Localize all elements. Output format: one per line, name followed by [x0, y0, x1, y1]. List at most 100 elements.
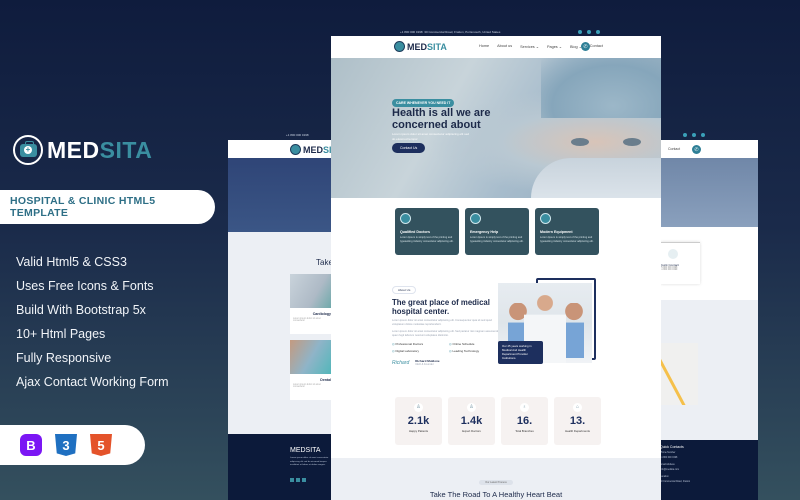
about-paragraph: Lorem ipsum dolor sit amet consectetur a… — [392, 319, 492, 326]
about-checklist: Professional Doctors Online Schedule Dig… — [392, 342, 502, 353]
footer-logo: MEDSITA — [290, 447, 321, 454]
facebook-icon[interactable] — [290, 478, 294, 482]
check-item: Professional Doctors — [392, 342, 445, 346]
quick-contact-card: Quick Contact +1 800 000 0198 +1 800 000… — [660, 242, 700, 284]
instagram-icon[interactable] — [701, 133, 705, 137]
nav-pages[interactable]: Pages ⌄ — [547, 44, 562, 49]
doctor-icon: ♙ — [467, 403, 476, 412]
facebook-icon[interactable] — [578, 30, 582, 34]
hero-section: CARE WHENEVER YOU NEED IT Health is all … — [331, 58, 661, 198]
dental-image — [290, 340, 333, 374]
phone-icon[interactable]: ✆ — [581, 42, 590, 51]
bootstrap-icon: B — [20, 434, 42, 456]
right-preview-screen: Contact ✆ Quick Contact +1 800 000 0198 … — [660, 140, 758, 500]
feature-item: Fully Responsive — [16, 351, 112, 365]
main-logo[interactable]: MEDSITA — [394, 41, 447, 52]
tech-badges: B 3 5 — [0, 425, 145, 465]
patient-icon: ♙ — [414, 403, 423, 412]
team-image: Our 25 years working in Medical And Heal… — [498, 278, 596, 364]
brand-logo: MEDSITA — [13, 135, 152, 165]
left-logo: MEDSITA — [290, 144, 333, 155]
stat-card: ♁ 16. Total Branches — [501, 397, 548, 445]
card-text: Lorem ipsum dolor sit amet consectetur — [293, 318, 321, 322]
feature-item: Valid Html5 & CSS3 — [16, 255, 127, 269]
hero-subtitle: Lorem ipsum dolor sit amet consectetur a… — [392, 132, 470, 141]
feature-cards: Qualified Doctors Lorem Ipsum is simply … — [395, 208, 599, 255]
instagram-icon[interactable] — [596, 30, 600, 34]
feature-item: 10+ Html Pages — [16, 327, 106, 341]
twitter-icon[interactable] — [692, 133, 696, 137]
hero-image-mask — [531, 158, 661, 198]
check-item: Online Schedule — [449, 342, 502, 346]
feature-item: Uses Free Icons & Fonts — [16, 279, 154, 293]
right-footer: Quick Contacts Phone Number +1 800 000 0… — [660, 440, 758, 500]
medical-kit-icon — [13, 135, 43, 165]
left-preview-screen: MEDSITA Take Cardiology Lorem ipsum dolo… — [228, 140, 333, 500]
hospital-icon: ⌂ — [573, 403, 582, 412]
topbar-contact: +1 800 000 0198 30 Commercial Road, Frat… — [400, 30, 501, 34]
stat-card: ♙ 1.4k Expert Doctors — [448, 397, 495, 445]
stat-card: ♙ 2.1k Happy Patients — [395, 397, 442, 445]
check-item: Digital Laboratory — [392, 349, 445, 353]
css3-icon: 3 — [55, 434, 77, 456]
hero-title: Health is all we are concerned about — [392, 107, 491, 131]
stats-row: ♙ 2.1k Happy Patients ♙ 1.4k Expert Doct… — [395, 397, 601, 445]
nav-contact[interactable]: Contact — [590, 44, 603, 49]
feature-card[interactable]: Qualified Doctors Lorem Ipsum is simply … — [395, 208, 459, 255]
experience-note: Our 25 years working in Medical And Heal… — [498, 341, 543, 364]
social-icons — [578, 30, 600, 34]
ambulance-icon — [470, 213, 481, 224]
service-card-dental[interactable]: Dental Lorem ipsum dolor sit amet consec… — [290, 340, 333, 400]
person-role: CEO & Founder — [415, 363, 434, 366]
nav-contact-link[interactable]: Contact — [668, 147, 680, 151]
heart-pill: Our Latest Process — [479, 480, 513, 485]
about-pill: About Us — [392, 286, 417, 294]
stat-card: ⌂ 13. Health Departments — [554, 397, 601, 445]
signature: Richard — [392, 359, 410, 366]
phone-icon[interactable]: ✆ — [692, 145, 701, 154]
feature-item: Ajax Contact Working Form — [16, 375, 169, 389]
heart-title: Take The Road To A Healthy Heart Beat — [429, 490, 563, 499]
brand-name: MEDSITA — [47, 136, 153, 163]
right-hero — [660, 158, 758, 227]
footer-social — [290, 478, 306, 482]
medical-kit-icon — [394, 41, 405, 52]
check-item: Leading Technology — [449, 349, 502, 353]
main-nav: MEDSITA Home About us Services ⌄ Pages ⌄… — [331, 36, 661, 58]
feature-list: Valid Html5 & CSS3 Uses Free Icons & Fon… — [16, 255, 169, 399]
left-topbar-contact: +1 800 000 0198 — [286, 133, 309, 137]
about-section: About Us The great place of medical hosp… — [392, 278, 502, 366]
signature-block: Richard Richard Muldone CEO & Founder — [392, 359, 502, 366]
equipment-icon — [540, 213, 551, 224]
contact-us-button[interactable]: Contact Us — [392, 143, 426, 153]
left-nav: MEDSITA — [228, 140, 333, 158]
facebook-icon[interactable] — [683, 133, 687, 137]
about-paragraph: Lorem ipsum dolor sit amet consectetur a… — [392, 330, 499, 337]
footer-text: Lorem ipsum dolor sit amet consectetur a… — [290, 457, 329, 466]
heart-section: Our Latest Process Take The Road To A He… — [331, 458, 661, 500]
hero-image-cap — [541, 58, 661, 118]
phone-icon — [668, 249, 678, 259]
nav-home[interactable]: Home — [479, 44, 489, 49]
right-nav: Contact ✆ — [660, 140, 758, 158]
twitter-icon[interactable] — [587, 30, 591, 34]
main-preview-screen: MEDSITA Home About us Services ⌄ Pages ⌄… — [331, 36, 661, 500]
stethoscope-icon: ♁ — [520, 403, 529, 412]
cardiology-image — [290, 274, 333, 308]
map-embed[interactable] — [660, 343, 698, 405]
nav-about[interactable]: About us — [497, 44, 512, 49]
service-card-cardiology[interactable]: Cardiology Lorem ipsum dolor sit amet co… — [290, 274, 333, 334]
hero-image-eyes — [571, 138, 641, 150]
feature-card[interactable]: Emergency Help Lorem Ipsum is simply tex… — [465, 208, 529, 255]
left-footer: MEDSITA Lorem ipsum dolor sit amet conse… — [228, 434, 333, 500]
tagline-pill: HOSPITAL & CLINIC HTML5 TEMPLATE — [0, 190, 215, 224]
twitter-icon[interactable] — [296, 478, 300, 482]
feature-card[interactable]: Modern Equipment Lorem Ipsum is simply t… — [535, 208, 599, 255]
left-hero — [228, 158, 333, 232]
nav-services[interactable]: Services ⌄ — [520, 44, 539, 49]
about-title: The great place of medical hospital cent… — [392, 298, 490, 316]
feature-item: Build With Bootstrap 5x — [16, 303, 146, 317]
hero-badge: CARE WHENEVER YOU NEED IT — [392, 99, 455, 107]
instagram-icon[interactable] — [302, 478, 306, 482]
right-social-icons — [683, 133, 705, 137]
